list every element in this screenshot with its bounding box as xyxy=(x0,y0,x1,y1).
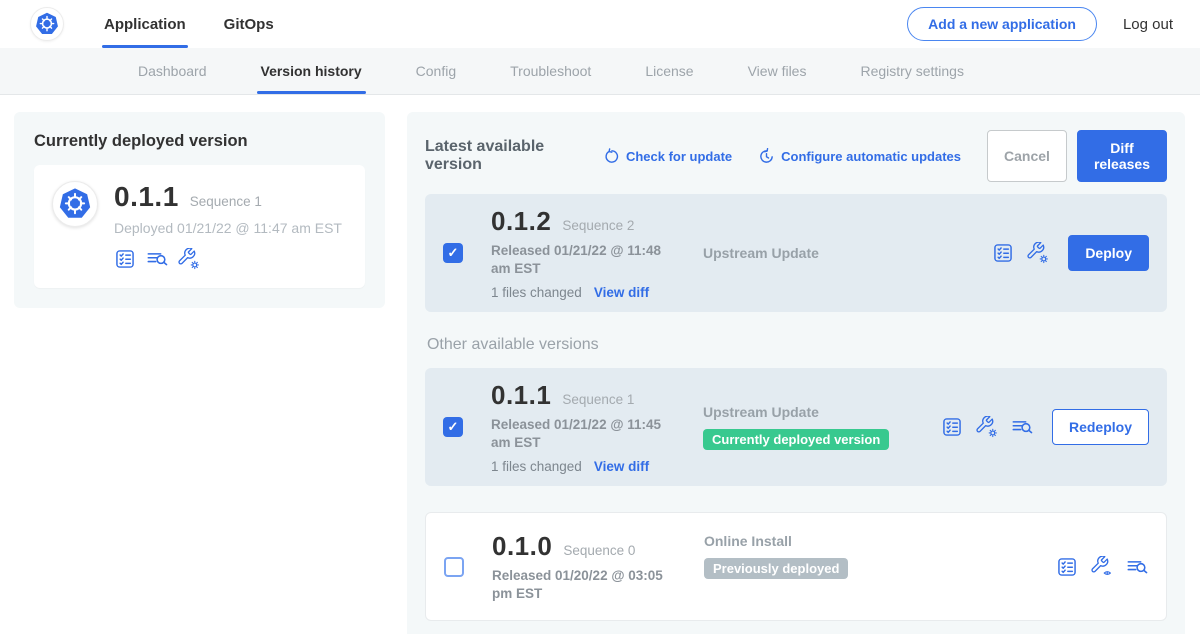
deployed-panel-title: Currently deployed version xyxy=(34,132,365,151)
view-diff-link[interactable]: View diff xyxy=(594,285,649,300)
version-row-0-1-0: 0.1.0 Sequence 0 Released 01/20/22 @ 03:… xyxy=(425,512,1167,621)
currently-deployed-badge: Currently deployed version xyxy=(703,429,889,450)
top-tabs: Application GitOps xyxy=(104,0,274,48)
kubernetes-app-icon xyxy=(52,181,98,227)
released-timestamp: Released 01/21/22 @ 11:45 am EST xyxy=(491,416,679,451)
files-changed-label: 1 files changed xyxy=(491,285,582,300)
view-logs-icon[interactable] xyxy=(146,248,168,270)
view-config-icon[interactable] xyxy=(1091,556,1113,578)
currently-deployed-panel: Currently deployed version 0.1.1 Sequenc… xyxy=(14,112,385,308)
edit-config-icon[interactable] xyxy=(1027,242,1049,264)
configure-automatic-updates-link[interactable]: Configure automatic updates xyxy=(758,148,961,165)
deployed-version-card: 0.1.1 Sequence 1 Deployed 01/21/22 @ 11:… xyxy=(34,165,365,288)
subnav-dashboard[interactable]: Dashboard xyxy=(138,48,207,94)
subnav-view-files[interactable]: View files xyxy=(748,48,807,94)
add-new-application-button[interactable]: Add a new application xyxy=(907,7,1097,41)
diff-releases-button[interactable]: Diff releases xyxy=(1077,130,1167,182)
clock-refresh-icon xyxy=(758,148,775,165)
preflight-checks-icon[interactable] xyxy=(1056,556,1078,578)
version-number: 0.1.1 xyxy=(491,380,551,411)
preflight-checks-icon[interactable] xyxy=(114,248,136,270)
subnav-registry-settings[interactable]: Registry settings xyxy=(860,48,963,94)
redeploy-button[interactable]: Redeploy xyxy=(1052,409,1149,445)
cancel-button[interactable]: Cancel xyxy=(987,130,1067,182)
subnav-config[interactable]: Config xyxy=(416,48,456,94)
files-changed-label: 1 files changed xyxy=(491,459,582,474)
deploy-button[interactable]: Deploy xyxy=(1068,235,1149,271)
preflight-checks-icon[interactable] xyxy=(992,242,1014,264)
view-diff-link[interactable]: View diff xyxy=(594,459,649,474)
edit-config-icon[interactable] xyxy=(178,248,200,270)
subnav-troubleshoot[interactable]: Troubleshoot xyxy=(510,48,591,94)
latest-available-panel: Latest available version Check for updat… xyxy=(407,112,1185,634)
version-number: 0.1.2 xyxy=(491,206,551,237)
version-source-label: Upstream Update xyxy=(703,245,941,261)
subnav-license[interactable]: License xyxy=(645,48,693,94)
released-timestamp: Released 01/20/22 @ 03:05 pm EST xyxy=(492,567,680,602)
top-navbar: Application GitOps Add a new application… xyxy=(0,0,1200,48)
latest-panel-title: Latest available version xyxy=(425,138,581,174)
view-logs-icon[interactable] xyxy=(1126,556,1148,578)
version-source-label: Online Install xyxy=(704,533,942,549)
previously-deployed-badge: Previously deployed xyxy=(704,558,848,579)
tab-gitops[interactable]: GitOps xyxy=(224,0,274,48)
logout-button[interactable]: Log out xyxy=(1123,16,1173,33)
subnav-version-history[interactable]: Version history xyxy=(261,48,362,94)
sequence-label: Sequence 1 xyxy=(562,392,634,407)
tab-application[interactable]: Application xyxy=(104,0,186,48)
version-checkbox[interactable] xyxy=(444,557,464,577)
check-for-update-link[interactable]: Check for update xyxy=(603,148,732,165)
version-number: 0.1.0 xyxy=(492,531,552,562)
version-row-0-1-1: 0.1.1 Sequence 1 Released 01/21/22 @ 11:… xyxy=(425,368,1167,486)
edit-config-icon[interactable] xyxy=(976,416,998,438)
version-source-label: Upstream Update xyxy=(703,404,941,420)
sequence-label: Sequence 0 xyxy=(563,543,635,558)
version-row-0-1-2: 0.1.2 Sequence 2 Released 01/21/22 @ 11:… xyxy=(425,194,1167,312)
deployed-timestamp: Deployed 01/21/22 @ 11:47 am EST xyxy=(114,220,342,236)
deployed-version-number: 0.1.1 xyxy=(114,181,179,213)
version-checkbox[interactable] xyxy=(443,417,463,437)
view-logs-icon[interactable] xyxy=(1011,416,1033,438)
app-subnav: Dashboard Version history Config Trouble… xyxy=(0,48,1200,95)
deployed-sequence-label: Sequence 1 xyxy=(190,194,262,209)
sequence-label: Sequence 2 xyxy=(562,218,634,233)
refresh-icon xyxy=(603,148,620,165)
released-timestamp: Released 01/21/22 @ 11:48 am EST xyxy=(491,242,679,277)
kubernetes-logo-icon xyxy=(30,7,64,41)
other-versions-label: Other available versions xyxy=(427,336,1167,354)
version-checkbox[interactable] xyxy=(443,243,463,263)
preflight-checks-icon[interactable] xyxy=(941,416,963,438)
